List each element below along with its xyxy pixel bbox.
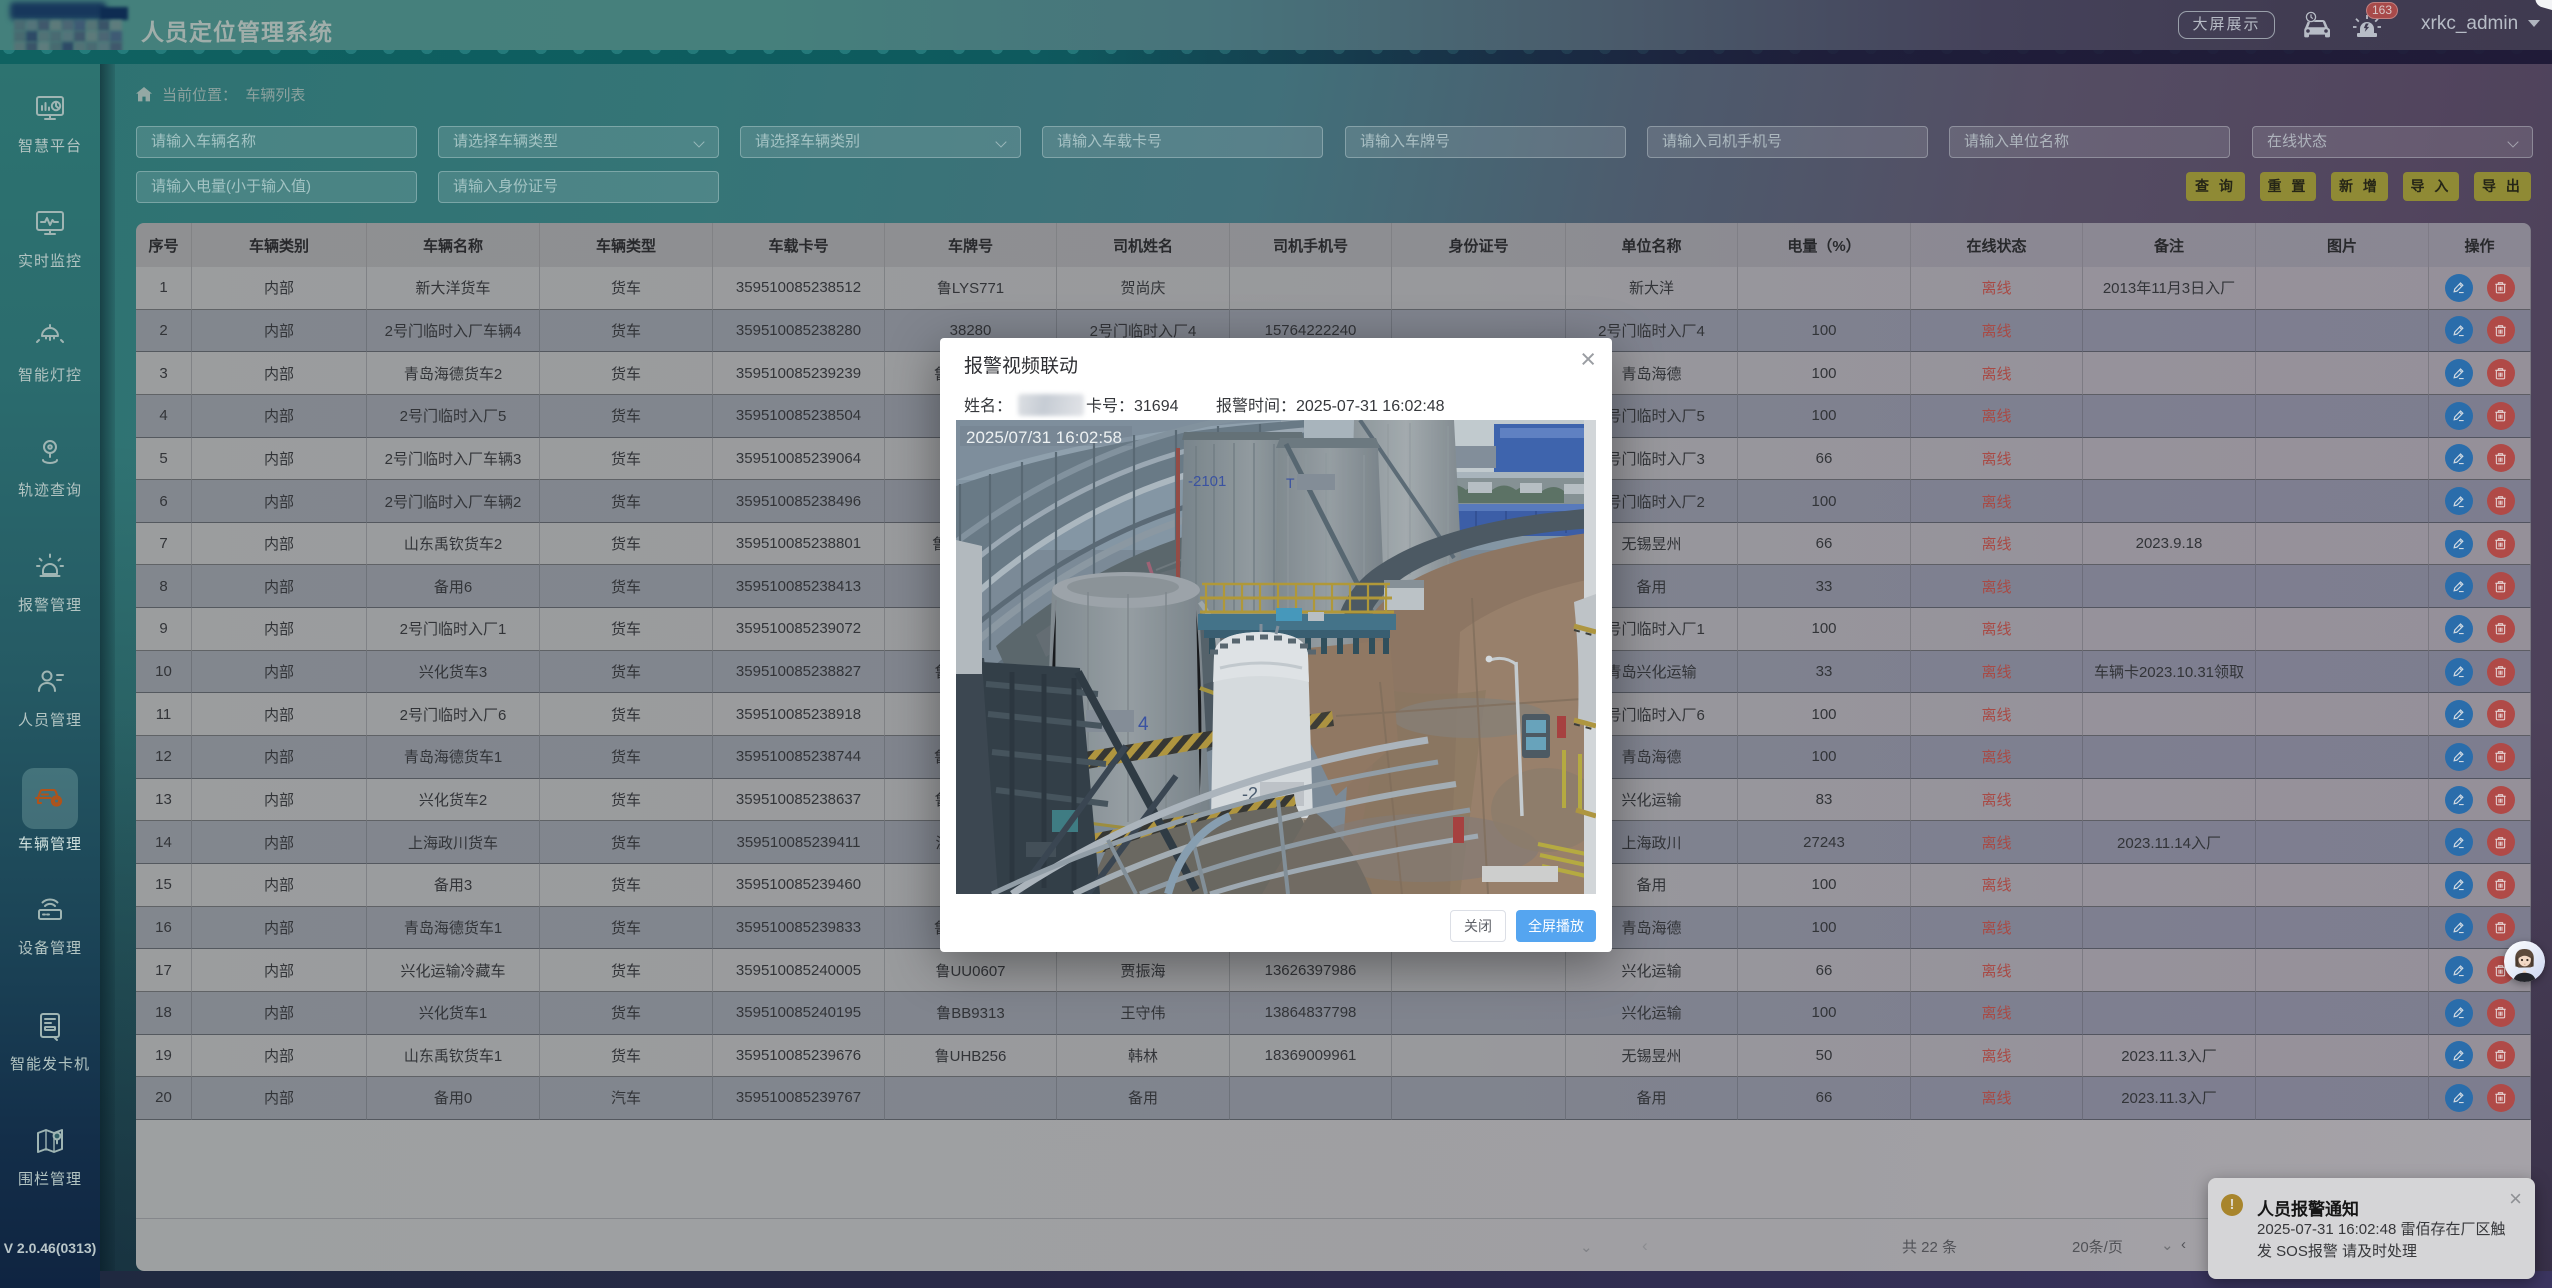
svg-text:2025/07/31 16:02:58: 2025/07/31 16:02:58: [966, 428, 1122, 447]
